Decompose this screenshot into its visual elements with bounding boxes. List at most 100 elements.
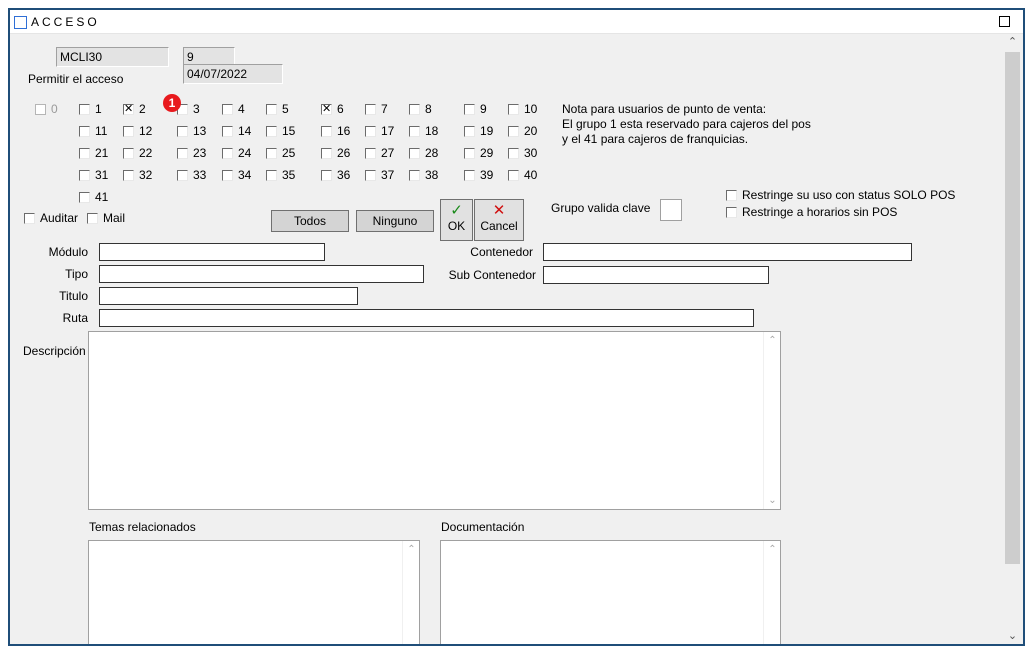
group-checkbox-34[interactable]: 34 (222, 167, 251, 183)
checkbox-box[interactable] (266, 147, 277, 159)
group-checkbox-15[interactable]: 15 (266, 123, 295, 139)
titulo-input[interactable] (99, 287, 358, 305)
scroll-down-icon[interactable]: ⌄ (764, 495, 781, 506)
sub-contenedor-input[interactable] (543, 266, 769, 284)
temas-scrollbar[interactable]: ⌃ (402, 541, 420, 644)
checkbox-box[interactable] (222, 125, 233, 137)
checkbox-box[interactable] (177, 169, 188, 181)
group-checkbox-16[interactable]: 16 (321, 123, 350, 139)
checkbox-box[interactable] (266, 169, 277, 181)
group-checkbox-25[interactable]: 25 (266, 145, 295, 161)
checkbox-box[interactable] (365, 125, 376, 137)
contenedor-input[interactable] (543, 243, 912, 261)
checkbox-box[interactable] (79, 169, 90, 181)
checkbox-box[interactable] (79, 147, 90, 159)
group-checkbox-28[interactable]: 28 (409, 145, 438, 161)
group-checkbox-29[interactable]: 29 (464, 145, 493, 161)
documentacion-textarea[interactable]: ⌃ (440, 540, 781, 644)
group-checkbox-24[interactable]: 24 (222, 145, 251, 161)
group-checkbox-32[interactable]: 32 (123, 167, 152, 183)
group-checkbox-11[interactable]: 11 (79, 123, 107, 139)
group-checkbox-13[interactable]: 13 (177, 123, 206, 139)
group-checkbox-27[interactable]: 27 (365, 145, 394, 161)
group-checkbox-18[interactable]: 18 (409, 123, 438, 139)
group-checkbox-23[interactable]: 23 (177, 145, 206, 161)
checkbox-box[interactable] (409, 169, 420, 181)
group-checkbox-36[interactable]: 36 (321, 167, 350, 183)
checkbox-box[interactable] (409, 125, 420, 137)
checkbox-box[interactable] (464, 147, 475, 159)
mail-checkbox[interactable]: Mail (87, 210, 125, 226)
checkbox-box[interactable] (24, 212, 35, 224)
scroll-down-icon[interactable]: ⌄ (1004, 629, 1021, 644)
scroll-up-icon[interactable]: ⌃ (403, 544, 420, 555)
group-checkbox-33[interactable]: 33 (177, 167, 206, 183)
checkbox-box[interactable] (464, 169, 475, 181)
temas-textarea[interactable]: ⌃ (88, 540, 420, 644)
group-checkbox-22[interactable]: 22 (123, 145, 152, 161)
group-checkbox-2[interactable]: 2 (123, 101, 146, 117)
checkbox-box[interactable] (123, 125, 134, 137)
checkbox-box[interactable] (508, 147, 519, 159)
checkbox-box[interactable] (726, 189, 737, 201)
group-checkbox-41[interactable]: 41 (79, 189, 108, 205)
checkbox-box[interactable] (508, 125, 519, 137)
checkbox-box[interactable] (321, 169, 332, 181)
descripcion-scrollbar[interactable]: ⌃ ⌄ (763, 332, 780, 509)
checkbox-box[interactable] (726, 206, 737, 218)
group-checkbox-1[interactable]: 1 (79, 101, 102, 117)
ninguno-button[interactable]: Ninguno (356, 210, 434, 232)
group-checkbox-40[interactable]: 40 (508, 167, 537, 183)
ok-button[interactable]: ✓ OK (440, 199, 473, 241)
checkbox-box[interactable] (87, 212, 98, 224)
vertical-scrollbar[interactable]: ⌃ ⌄ (1004, 35, 1021, 644)
group-checkbox-19[interactable]: 19 (464, 123, 493, 139)
group-checkbox-37[interactable]: 37 (365, 167, 394, 183)
group-checkbox-12[interactable]: 12 (123, 123, 152, 139)
checkbox-box[interactable] (409, 147, 420, 159)
group-checkbox-10[interactable]: 10 (508, 101, 537, 117)
group-checkbox-39[interactable]: 39 (464, 167, 493, 183)
maximize-button[interactable] (999, 16, 1010, 27)
checkbox-box[interactable] (79, 125, 90, 137)
checkbox-box[interactable] (222, 169, 233, 181)
group-checkbox-9[interactable]: 9 (464, 101, 487, 117)
checkbox-box[interactable] (266, 125, 277, 137)
checkbox-box[interactable] (409, 103, 420, 115)
checkbox-box[interactable] (123, 169, 134, 181)
checkbox-box[interactable] (79, 103, 90, 115)
group-checkbox-17[interactable]: 17 (365, 123, 394, 139)
checkbox-box[interactable] (177, 125, 188, 137)
checkbox-box[interactable] (365, 169, 376, 181)
group-checkbox-35[interactable]: 35 (266, 167, 295, 183)
checkbox-box[interactable] (464, 125, 475, 137)
group-checkbox-26[interactable]: 26 (321, 145, 350, 161)
checkbox-box[interactable] (365, 103, 376, 115)
restrict-pos-checkbox[interactable]: Restringe su uso con status SOLO POS (726, 187, 955, 203)
group-checkbox-14[interactable]: 14 (222, 123, 251, 139)
checkbox-box[interactable] (266, 103, 277, 115)
checkbox-box[interactable] (177, 147, 188, 159)
scrollbar-thumb[interactable] (1005, 52, 1020, 564)
checkbox-box[interactable] (123, 102, 134, 115)
group-checkbox-7[interactable]: 7 (365, 101, 388, 117)
checkbox-box[interactable] (365, 147, 376, 159)
modulo-input[interactable] (99, 243, 325, 261)
ruta-input[interactable] (99, 309, 754, 327)
checkbox-box[interactable] (508, 169, 519, 181)
checkbox-box[interactable] (321, 147, 332, 159)
group-checkbox-20[interactable]: 20 (508, 123, 537, 139)
checkbox-box[interactable] (464, 103, 475, 115)
group-checkbox-5[interactable]: 5 (266, 101, 289, 117)
documentacion-scrollbar[interactable]: ⌃ (763, 541, 781, 644)
scroll-up-icon[interactable]: ⌃ (764, 335, 781, 346)
scroll-up-icon[interactable]: ⌃ (764, 544, 781, 555)
group-checkbox-30[interactable]: 30 (508, 145, 537, 161)
scroll-up-icon[interactable]: ⌃ (1004, 35, 1021, 50)
group-checkbox-6[interactable]: 6 (321, 101, 344, 117)
descripcion-textarea[interactable]: ⌃ ⌄ (88, 331, 781, 510)
checkbox-box[interactable] (222, 147, 233, 159)
checkbox-box[interactable] (222, 103, 233, 115)
checkbox-box[interactable] (79, 191, 90, 203)
auditar-checkbox[interactable]: Auditar (24, 210, 78, 226)
